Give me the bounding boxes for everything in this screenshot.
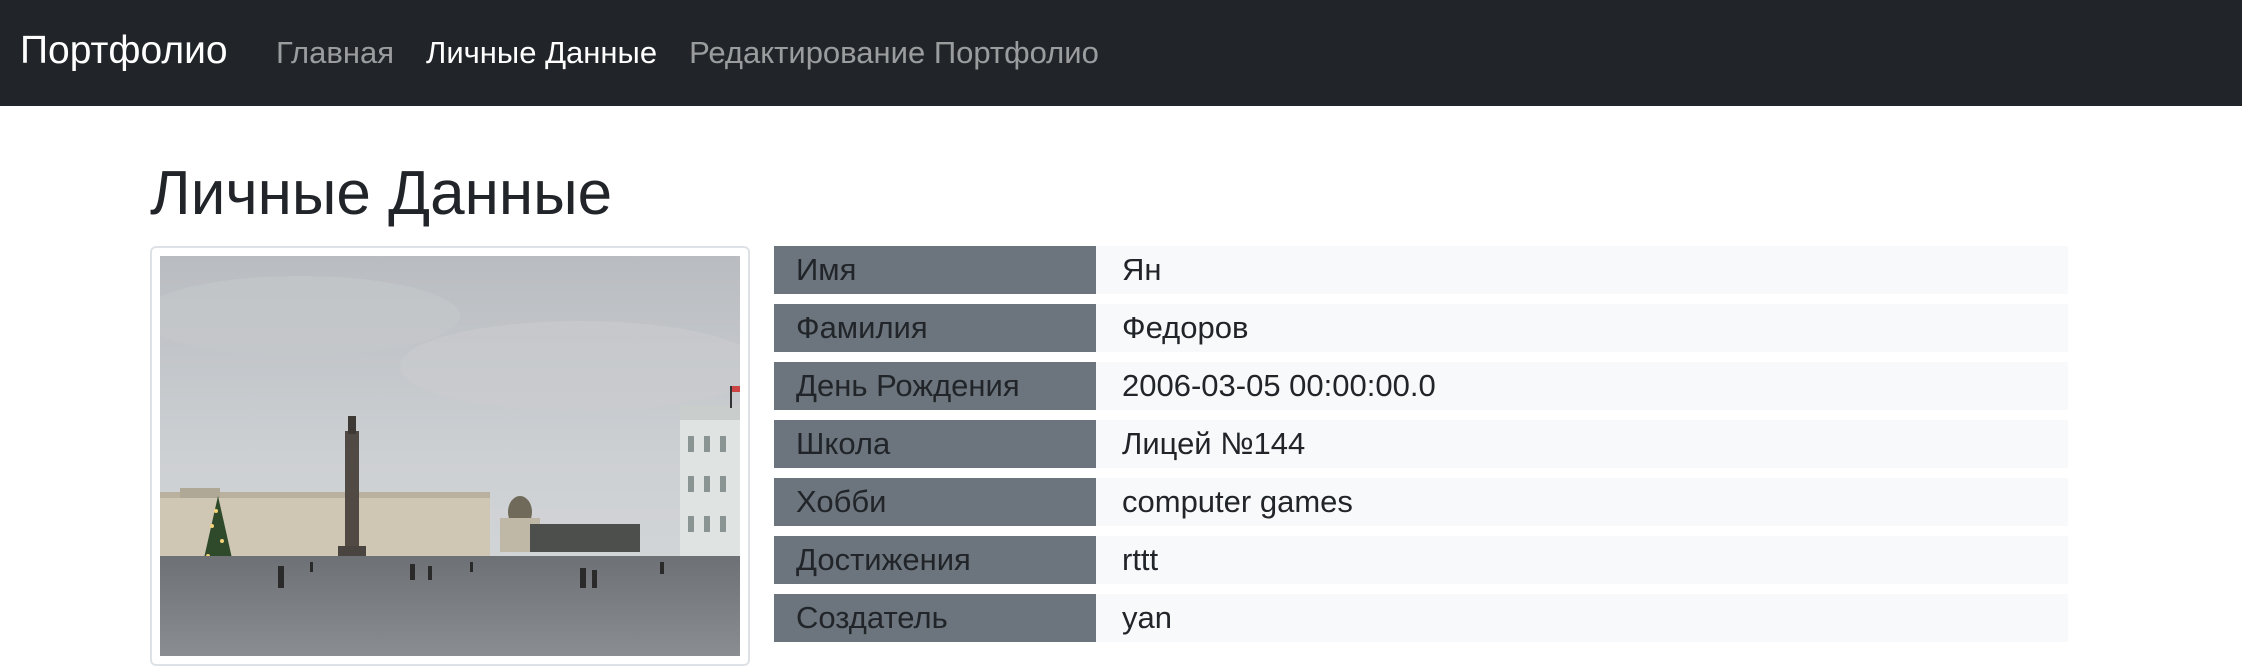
top-navbar: Портфолио Главная Личные Данные Редактир… (0, 0, 2242, 106)
profile-photo (160, 256, 740, 656)
row-label-last-name: Фамилия (774, 304, 1096, 352)
table-row: День Рождения 2006-03-05 00:00:00.0 (774, 362, 2068, 410)
row-label-hobby: Хобби (774, 478, 1096, 526)
row-value-school: Лицей №144 (1096, 420, 2068, 468)
nav-link-edit-portfolio[interactable]: Редактирование Портфолио (689, 2, 1099, 104)
table-row: Имя Ян (774, 246, 2068, 294)
profile-info-table: Имя Ян Фамилия Федоров День Рождения 200… (774, 246, 2068, 652)
navbar-brand[interactable]: Портфолио (20, 0, 228, 106)
row-label-first-name: Имя (774, 246, 1096, 294)
row-label-birthday: День Рождения (774, 362, 1096, 410)
row-value-achievements: rttt (1096, 536, 2068, 584)
row-label-creator: Создатель (774, 594, 1096, 642)
page-title: Личные Данные (150, 159, 613, 228)
row-value-hobby: computer games (1096, 478, 2068, 526)
table-row: Создатель yan (774, 594, 2068, 642)
profile-photo-card (150, 246, 750, 666)
row-value-birthday: 2006-03-05 00:00:00.0 (1096, 362, 2068, 410)
nav-links: Главная Личные Данные Редактирование Пор… (276, 0, 1131, 106)
row-label-achievements: Достижения (774, 536, 1096, 584)
table-row: Фамилия Федоров (774, 304, 2068, 352)
row-value-first-name: Ян (1096, 246, 2068, 294)
table-row: Хобби computer games (774, 478, 2068, 526)
table-row: Школа Лицей №144 (774, 420, 2068, 468)
row-value-creator: yan (1096, 594, 2068, 642)
nav-link-personal-data[interactable]: Личные Данные (426, 2, 657, 104)
row-label-school: Школа (774, 420, 1096, 468)
nav-link-home[interactable]: Главная (276, 2, 394, 104)
row-value-last-name: Федоров (1096, 304, 2068, 352)
table-row: Достижения rttt (774, 536, 2068, 584)
